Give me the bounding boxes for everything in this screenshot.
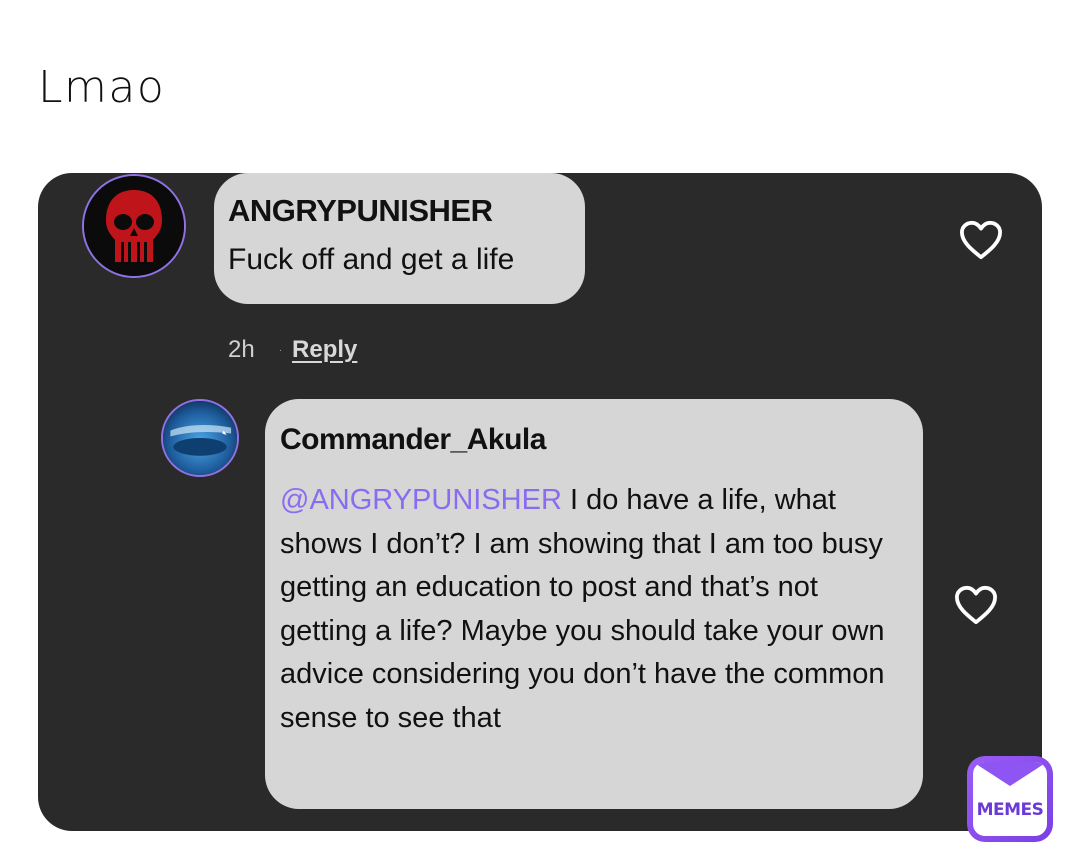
punisher-skull-icon	[84, 176, 184, 276]
reply-link[interactable]: Reply	[292, 336, 357, 364]
comment-time: 2h	[228, 336, 255, 363]
submarine-avatar-icon	[163, 401, 237, 475]
mention-link[interactable]: @ANGRYPUNISHER	[280, 484, 562, 516]
reply-text: @ANGRYPUNISHER I do have a life, what sh…	[280, 479, 909, 740]
meta-separator: ·	[278, 344, 283, 356]
heart-outline-icon	[955, 585, 997, 625]
reply-like-button[interactable]	[953, 584, 999, 626]
comment-text: Fuck off and get a life	[228, 243, 515, 276]
reply-username[interactable]: Commander_Akula	[280, 423, 909, 457]
commenter-avatar[interactable]	[82, 174, 186, 278]
envelope-flap	[973, 762, 1047, 786]
comment-like-button[interactable]	[958, 219, 1004, 261]
comment-meta: 2h · Reply	[228, 336, 357, 364]
memes-watermark-badge: MEMES	[967, 756, 1053, 842]
replier-avatar[interactable]	[161, 399, 239, 477]
comment-username[interactable]: ANGRYPUNISHER	[228, 193, 571, 229]
comment-thread-screenshot: ANGRYPUNISHER Fuck off and get a life 2h…	[38, 173, 1042, 831]
comment-bubble: ANGRYPUNISHER Fuck off and get a life	[214, 173, 585, 304]
post-caption: Lmao	[38, 62, 166, 113]
reply-body: I do have a life, what shows I don’t? I …	[280, 484, 885, 734]
envelope-icon: MEMES	[973, 762, 1047, 836]
watermark-label: MEMES	[976, 800, 1044, 820]
heart-outline-icon	[960, 220, 1002, 260]
reply-bubble: Commander_Akula @ANGRYPUNISHER I do have…	[265, 399, 923, 809]
